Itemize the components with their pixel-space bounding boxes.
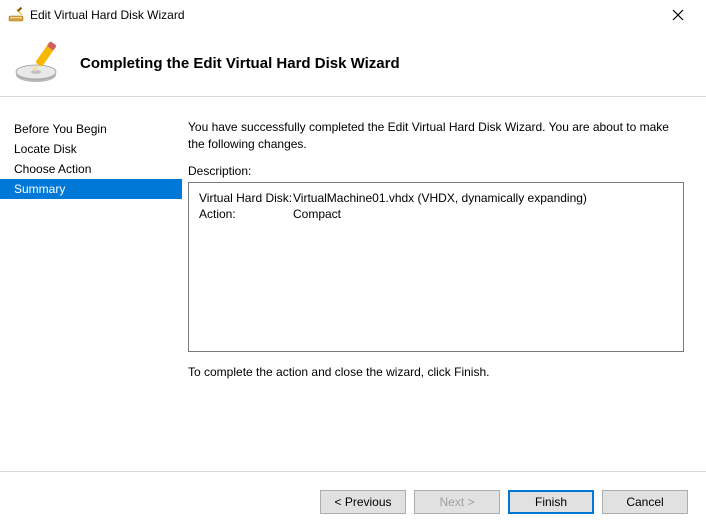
description-label: Description: <box>188 164 684 178</box>
summary-row: Virtual Hard Disk: VirtualMachine01.vhdx… <box>199 191 673 205</box>
next-button: Next > <box>414 490 500 514</box>
wizard-icon <box>8 7 24 23</box>
description-box: Virtual Hard Disk: VirtualMachine01.vhdx… <box>188 182 684 352</box>
sidebar-item-before-you-begin[interactable]: Before You Begin <box>0 119 182 139</box>
summary-value: Compact <box>293 207 341 221</box>
sidebar-item-locate-disk[interactable]: Locate Disk <box>0 139 182 159</box>
sidebar-item-summary[interactable]: Summary <box>0 179 182 199</box>
titlebar: Edit Virtual Hard Disk Wizard <box>0 0 706 30</box>
sidebar-item-choose-action[interactable]: Choose Action <box>0 159 182 179</box>
button-bar: < Previous Next > Finish Cancel <box>0 471 706 531</box>
summary-key: Action: <box>199 207 293 221</box>
summary-key: Virtual Hard Disk: <box>199 191 293 205</box>
main-area: Before You Begin Locate Disk Choose Acti… <box>0 97 706 471</box>
wizard-header: Completing the Edit Virtual Hard Disk Wi… <box>0 30 706 97</box>
page-title: Completing the Edit Virtual Hard Disk Wi… <box>80 55 400 72</box>
cancel-button[interactable]: Cancel <box>602 490 688 514</box>
sidebar: Before You Begin Locate Disk Choose Acti… <box>0 97 182 471</box>
close-button[interactable] <box>658 1 698 29</box>
summary-value: VirtualMachine01.vhdx (VHDX, dynamically… <box>293 191 587 205</box>
intro-text: You have successfully completed the Edit… <box>188 119 684 154</box>
window-title: Edit Virtual Hard Disk Wizard <box>30 8 185 22</box>
summary-row: Action: Compact <box>199 207 673 221</box>
footer-instruction: To complete the action and close the wiz… <box>188 364 684 381</box>
disk-pencil-icon <box>14 39 62 87</box>
previous-button[interactable]: < Previous <box>320 490 406 514</box>
finish-button[interactable]: Finish <box>508 490 594 514</box>
content-panel: You have successfully completed the Edit… <box>182 97 706 471</box>
